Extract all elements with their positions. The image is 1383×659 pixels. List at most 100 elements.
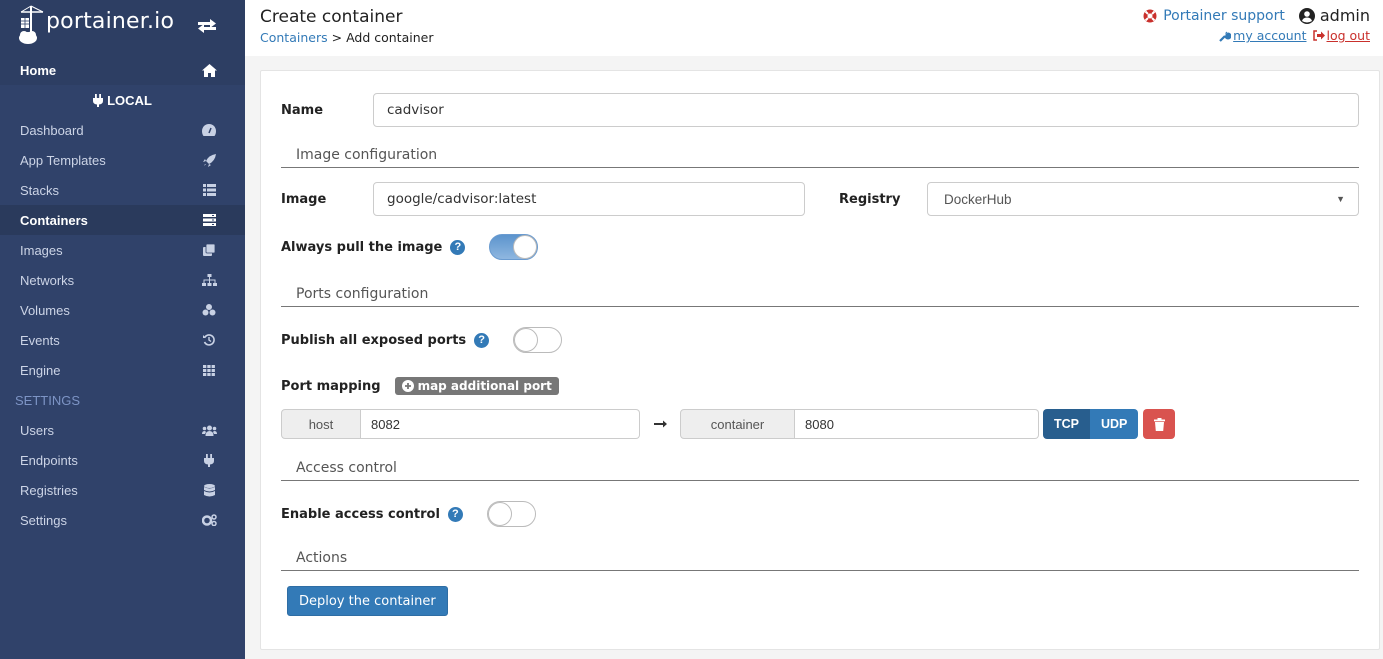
name-input[interactable]: cadvisor [373,93,1359,127]
image-input[interactable]: google/cadvisor:latest [373,182,805,216]
page-title: Create container [260,7,403,27]
publish-all-toggle[interactable] [513,327,563,353]
endpoint-name: LOCAL [107,92,152,108]
sidebar-item-label: Stacks [20,182,60,198]
image-label: Image [281,191,327,207]
sign-out-icon [1312,30,1325,41]
my-account-label: my account [1233,28,1307,43]
sidebar-item-label: Images [20,242,63,258]
rocket-icon [201,153,217,167]
breadcrumb: Containers > Add container [260,30,433,45]
user-area: Portainer support admin my account log o… [1143,6,1370,43]
help-icon[interactable]: ? [447,506,463,522]
protocol-udp-button[interactable]: UDP [1090,409,1139,439]
access-control-label: Enable access control [281,506,440,522]
exchange-icon[interactable] [196,16,218,36]
help-icon[interactable]: ? [450,239,466,255]
map-additional-port-button[interactable]: map additional port [394,377,559,395]
port-mapping-label: Port mapping [281,378,381,394]
sidebar-item-engine[interactable]: Engine [0,355,245,385]
clone-icon [201,243,217,257]
plug-icon [201,453,217,467]
image-row: Image google/cadvisor:latest Registry Do… [281,182,1359,216]
portainer-support-link[interactable]: Portainer support [1143,8,1285,24]
sidebar-item-label: Engine [20,362,61,378]
access-control-section-title: Access control [281,460,1359,481]
plus-circle-icon [401,380,414,392]
sidebar-item-events[interactable]: Events [0,325,245,355]
user-circle-icon [1298,7,1315,24]
sidebar-item-label: App Templates [20,152,106,168]
sidebar: portainer.io Home LOCAL Dashboard App Te… [0,0,245,659]
sidebar-item-volumes[interactable]: Volumes [0,295,245,325]
sidebar-header: portainer.io [0,0,245,55]
chevron-down-icon: ▼ [1336,194,1345,204]
name-row: Name cadvisor [281,93,1359,127]
always-pull-row: Always pull the image ? [281,234,539,260]
arrow-right-icon [640,420,680,428]
registry-label: Registry [839,191,901,207]
sidebar-item-containers[interactable]: Containers [0,205,245,235]
sidebar-item-settings[interactable]: Settings [0,505,245,535]
toggle-knob [513,235,538,259]
database-icon [201,483,217,497]
always-pull-label: Always pull the image [281,239,443,255]
endpoint-indicator: LOCAL [0,85,245,115]
history-icon [201,333,217,347]
sidebar-item-endpoints[interactable]: Endpoints [0,445,245,475]
support-label: Portainer support [1163,7,1285,24]
sidebar-item-label: Volumes [20,302,70,318]
sidebar-item-label: Networks [20,272,75,288]
cubes-icon [201,303,217,317]
sidebar-item-label: Home [20,62,57,78]
publish-all-label: Publish all exposed ports [281,332,467,348]
trash-icon [1153,417,1165,431]
port-mapping-header-row: Port mapping map additional port [281,377,559,395]
sidebar-item-home[interactable]: Home [0,55,245,85]
plug-icon [93,93,104,107]
container-port-addon: container [680,409,795,439]
breadcrumb-containers-link[interactable]: Containers [260,30,328,45]
sidebar-item-label: Containers [20,212,88,228]
container-port-input[interactable]: 8080 [795,409,1039,439]
sidebar-item-dashboard[interactable]: Dashboard [0,115,245,145]
tachometer-icon [201,123,217,137]
port-mapping-row: host 8082 container 8080 TCP UDP [281,409,1176,439]
log-out-label: log out [1326,28,1371,43]
access-control-row: Enable access control ? [281,501,536,527]
access-control-toggle[interactable] [486,501,536,527]
sidebar-item-registries[interactable]: Registries [0,475,245,505]
protocol-toggle-group: TCP UDP [1043,409,1139,439]
server-icon [201,213,217,227]
help-icon[interactable]: ? [474,332,490,348]
map-additional-port-label: map additional port [417,379,552,393]
home-icon [202,63,217,77]
my-account-link[interactable]: my account [1219,28,1307,43]
create-container-form: Name cadvisor Image configuration Image … [260,70,1380,650]
portainer-logo[interactable]: portainer.io [18,4,174,46]
username: admin [1319,6,1370,25]
sidebar-item-label: Endpoints [20,452,78,468]
registry-selected-value: DockerHub [944,191,1012,207]
sidebar-item-users[interactable]: Users [0,415,245,445]
sidebar-item-label: Dashboard [20,122,84,138]
ports-configuration-section-title: Ports configuration [281,286,1359,307]
always-pull-toggle[interactable] [489,234,539,260]
sidebar-item-images[interactable]: Images [0,235,245,265]
brand-name: portainer.io [46,8,175,34]
sidebar-item-app-templates[interactable]: App Templates [0,145,245,175]
remove-port-button[interactable] [1143,409,1176,439]
sidebar-item-networks[interactable]: Networks [0,265,245,295]
host-port-input[interactable]: 8082 [361,409,640,439]
log-out-link[interactable]: log out [1312,28,1371,43]
sidebar-item-label: Registries [20,482,78,498]
deploy-container-button[interactable]: Deploy the container [287,586,448,616]
registry-select[interactable]: DockerHub ▼ [927,182,1359,216]
protocol-tcp-button[interactable]: TCP [1043,409,1090,439]
toggle-knob [487,502,512,526]
settings-section-title: SETTINGS [15,392,81,408]
breadcrumb-separator: > [331,30,343,45]
sidebar-item-stacks[interactable]: Stacks [0,175,245,205]
name-label: Name [281,102,324,118]
th-icon [201,363,217,377]
